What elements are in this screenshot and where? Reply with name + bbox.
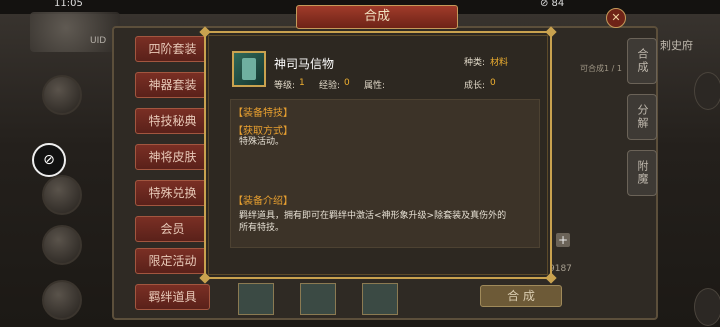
type-label: 种类:: [464, 58, 486, 68]
side-avatar-2[interactable]: [42, 175, 82, 215]
player-id-label: UID: [90, 36, 107, 46]
growth-value: 0: [490, 78, 496, 88]
location-label: 刺史府: [660, 39, 693, 52]
side-avatar-3[interactable]: [42, 225, 82, 265]
material-slot-1[interactable]: [238, 283, 274, 315]
window-title: 合成: [296, 5, 458, 29]
menu-item-artifact-set[interactable]: 神器套装: [135, 72, 210, 98]
side-avatar-1[interactable]: [42, 75, 82, 115]
player-portrait[interactable]: [30, 12, 120, 52]
status-time: 11:05: [54, 0, 83, 9]
tab-decompose[interactable]: 分解: [627, 94, 657, 140]
level-value: 1: [299, 78, 305, 88]
tab-synthesize[interactable]: 合成: [627, 38, 657, 84]
exp-label: 经验:: [319, 81, 341, 91]
menu-item-member[interactable]: 会员: [135, 216, 210, 242]
currency-amount: 9187: [549, 264, 572, 274]
status-indicators: ⊘ 84: [540, 0, 565, 9]
material-slot-3[interactable]: [362, 283, 398, 315]
close-button[interactable]: ✕: [606, 8, 626, 28]
menu-item-skill-book[interactable]: 特技秘典: [135, 108, 210, 134]
item-detail-popup: 神司马信物 种类: 材料 等级: 1 经验: 0 属性: 成长: 0 【装备特技…: [199, 26, 557, 284]
edge-button-1[interactable]: [694, 72, 720, 110]
level-label: 等级:: [274, 81, 296, 91]
intro-title: 【装备介绍】: [233, 196, 293, 207]
craftable-count: 可合成1 / 1: [580, 64, 622, 73]
attribute-label: 属性:: [364, 81, 386, 91]
obtain-title: 【获取方式】: [233, 126, 293, 137]
intro-text-line-1: 羁绊道具，拥有即可在羁绊中激活<神形象升级>除套装及真伤外的: [239, 211, 507, 221]
type-value: 材料: [490, 58, 509, 68]
features-title: 【装备特技】: [233, 108, 293, 119]
material-slot-2[interactable]: [300, 283, 336, 315]
intro-text-line-2: 所有特技。: [239, 223, 285, 233]
edge-button-2[interactable]: [694, 288, 720, 326]
add-button[interactable]: +: [556, 233, 570, 247]
floating-assistant-icon[interactable]: ⊘: [32, 143, 66, 177]
item-info-box: 【装备特技】 【获取方式】 特殊活动。 【装备介绍】 羁绊道具，拥有即可在羁绊中…: [230, 99, 540, 248]
item-icon: [232, 51, 266, 87]
menu-item-limited-event[interactable]: 限定活动: [135, 248, 210, 274]
menu-item-general-skin[interactable]: 神将皮肤: [135, 144, 210, 170]
item-name: 神司马信物: [274, 57, 335, 71]
growth-label: 成长:: [464, 81, 486, 91]
menu-item-four-tier-set[interactable]: 四阶套装: [135, 36, 210, 62]
tab-enchant[interactable]: 附魔: [627, 150, 657, 196]
game-screen: 11:05 ⊘ 84 UID ⊘ 合成 ✕ 四阶套装 神器套装 特技秘典 神将皮…: [0, 0, 720, 327]
exp-value: 0: [344, 78, 350, 88]
side-avatar-4[interactable]: [42, 280, 82, 320]
menu-item-special-exchange[interactable]: 特殊兑换: [135, 180, 210, 206]
menu-item-bond-item[interactable]: 羁绊道具: [135, 284, 210, 310]
obtain-text: 特殊活动。: [239, 137, 285, 147]
craft-button[interactable]: 合 成: [480, 285, 562, 307]
